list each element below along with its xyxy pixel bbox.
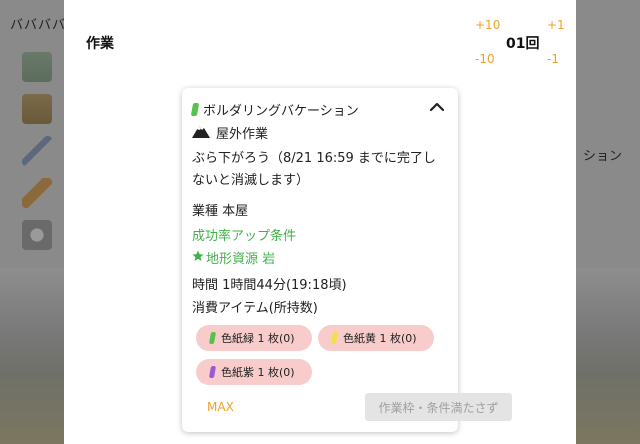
- job-description: ぶら下がろう（8/21 16:59 までに完了しないと消滅します）: [192, 151, 436, 188]
- potion-icon: [22, 94, 52, 124]
- work-modal: 作業 +10 +1 01回 -10 -1 ボルダリングバケーション 屋外作業 ぶ…: [64, 0, 576, 444]
- chevron-up-icon[interactable]: [426, 96, 448, 118]
- green-paper-icon: [208, 332, 217, 344]
- job-card: ボルダリングバケーション 屋外作業 ぶら下がろう（8/21 16:59 までに完…: [182, 88, 512, 432]
- item-chip-label: 色紙緑 1 枚(0): [221, 332, 295, 345]
- plus-10-button[interactable]: +10: [475, 18, 500, 32]
- count-selector: +10 +1 01回 -10 -1: [436, 16, 576, 72]
- bread-icon: [22, 178, 52, 208]
- success-condition-header: 成功率アップ条件: [192, 229, 297, 244]
- max-button[interactable]: MAX: [207, 400, 234, 414]
- job-name-row: ボルダリングバケーション: [190, 100, 359, 119]
- item-chip-label: 色紙紫 1 枚(0): [221, 366, 295, 379]
- star-icon: [192, 250, 204, 266]
- start-work-button[interactable]: 作業枠・条件満たさず: [365, 393, 512, 421]
- count-value: 01回: [506, 36, 540, 52]
- mountain-icon: [192, 124, 210, 142]
- success-condition-item: 地形資源 岩: [192, 248, 275, 267]
- green-paper-icon: [190, 103, 200, 116]
- bottle-icon: [22, 52, 52, 82]
- background-title: ババババ: [10, 18, 67, 33]
- item-chip-label: 色紙黄 1 枚(0): [343, 332, 417, 345]
- item-chip-purple-paper: 色紙紫 1 枚(0): [196, 359, 312, 385]
- item-chip-green-paper: 色紙緑 1 枚(0): [196, 325, 312, 351]
- background-right-text: ション: [583, 149, 623, 164]
- item-chip-yellow-paper: 色紙黄 1 枚(0): [318, 325, 434, 351]
- sword-icon: [22, 136, 52, 166]
- condition-label: 地形資源 岩: [206, 252, 276, 267]
- job-type: 業種 本屋: [192, 204, 249, 219]
- job-name: ボルダリングバケーション: [203, 104, 359, 119]
- dice-icon: [22, 220, 52, 250]
- minus-10-button[interactable]: -10: [475, 52, 495, 66]
- yellow-paper-icon: [330, 332, 339, 344]
- location-label: 屋外作業: [216, 127, 269, 142]
- minus-1-button[interactable]: -1: [547, 52, 559, 66]
- modal-title: 作業: [86, 36, 114, 52]
- location-row: 屋外作業: [192, 123, 268, 142]
- background-item-list: [22, 52, 62, 262]
- job-time: 時間 1時間44分(19:18頃): [192, 278, 347, 293]
- plus-1-button[interactable]: +1: [547, 18, 565, 32]
- purple-paper-icon: [208, 366, 217, 378]
- consume-items-label: 消費アイテム(所持数): [192, 301, 318, 316]
